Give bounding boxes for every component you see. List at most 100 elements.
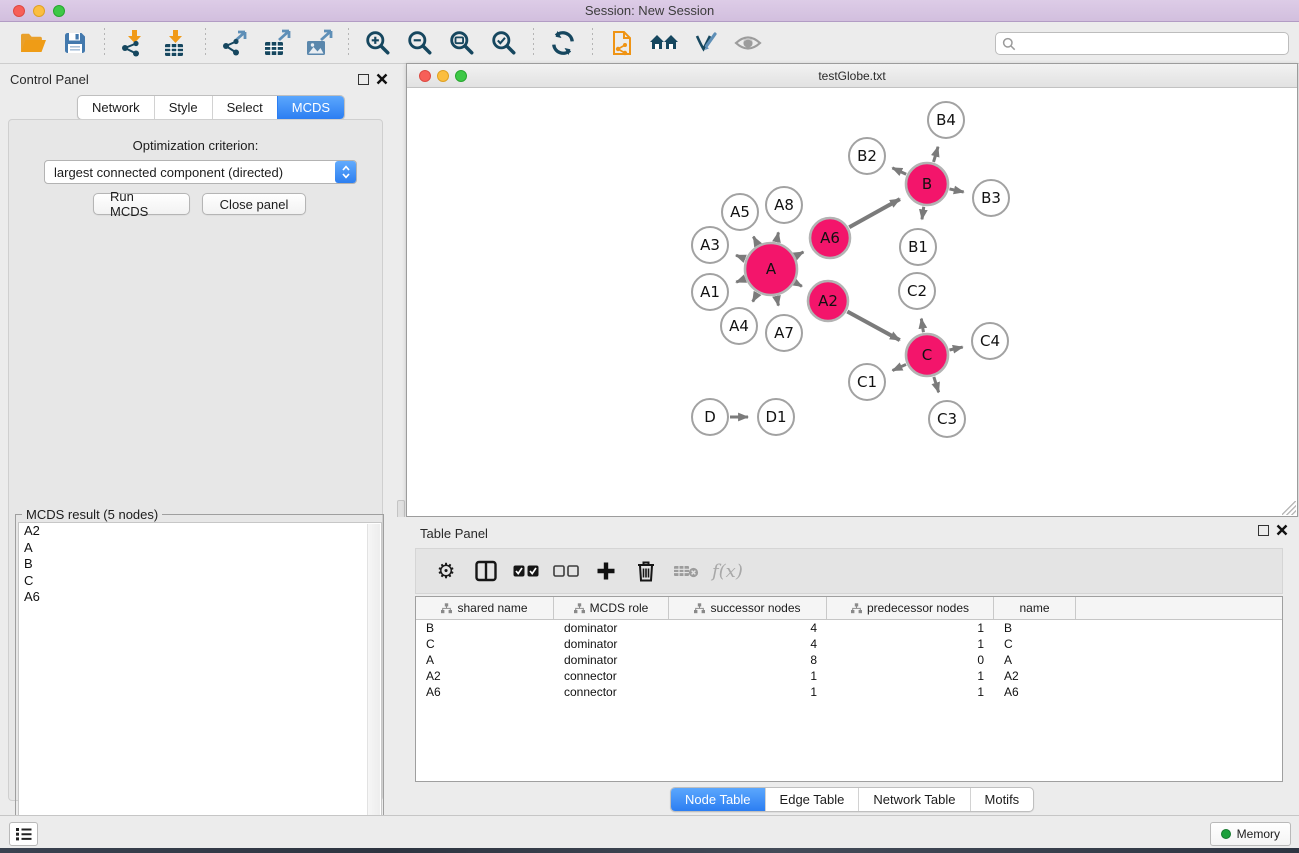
float-table-panel-icon[interactable] <box>1258 525 1269 536</box>
zoom-fit-button[interactable] <box>445 27 479 59</box>
select-all-button[interactable] <box>511 556 541 586</box>
table-cell[interactable]: 1 <box>827 668 994 684</box>
graph-edge-A6-B[interactable] <box>849 199 900 227</box>
window-resize-grip[interactable] <box>1282 501 1296 515</box>
open-in-web-button[interactable] <box>605 27 639 59</box>
export-network-button[interactable] <box>218 27 252 59</box>
graph-edge-B-B4[interactable] <box>934 147 938 162</box>
graph-edge-A2-C[interactable] <box>847 312 899 341</box>
tab-edge-table[interactable]: Edge Table <box>765 788 859 811</box>
table-cell[interactable]: C <box>994 636 1076 652</box>
show-hide-button[interactable] <box>731 27 765 59</box>
memory-button[interactable]: Memory <box>1210 822 1291 846</box>
graph-edge-A-A8[interactable] <box>777 232 779 241</box>
delete-table-button[interactable] <box>671 556 701 586</box>
import-table-button[interactable] <box>159 27 193 59</box>
run-mcds-button[interactable]: Run MCDS <box>93 193 190 215</box>
table-cell[interactable]: 1 <box>669 684 827 700</box>
result-item[interactable]: A <box>19 540 381 557</box>
show-columns-button[interactable] <box>471 556 501 586</box>
column-header-predecessor-nodes[interactable]: predecessor nodes <box>827 597 994 619</box>
graph-edge-A-A3[interactable] <box>736 255 745 258</box>
export-image-button[interactable] <box>302 27 336 59</box>
close-panel-icon[interactable] <box>376 73 388 85</box>
mcds-result-list[interactable]: A2ABCA6 <box>18 522 382 849</box>
table-cell[interactable]: A2 <box>416 668 554 684</box>
graph-edge-A-A1[interactable] <box>736 279 745 282</box>
column-header-successor-nodes[interactable]: successor nodes <box>669 597 827 619</box>
table-cell[interactable]: A <box>994 652 1076 668</box>
import-network-button[interactable] <box>117 27 151 59</box>
tab-mcds[interactable]: MCDS <box>277 96 344 119</box>
table-cell[interactable]: A2 <box>994 668 1076 684</box>
export-table-button[interactable] <box>260 27 294 59</box>
tab-network-table[interactable]: Network Table <box>858 788 969 811</box>
column-header-shared-name[interactable]: shared name <box>416 597 554 619</box>
graph-edge-B-B3[interactable] <box>949 189 963 192</box>
result-item[interactable]: A6 <box>19 589 381 606</box>
save-session-button[interactable] <box>58 27 92 59</box>
criterion-dropdown[interactable]: largest connected component (directed) <box>44 160 357 184</box>
tab-style[interactable]: Style <box>154 96 212 119</box>
table-row[interactable]: Adominator80A <box>416 652 1282 668</box>
table-cell[interactable]: connector <box>554 684 669 700</box>
table-cell[interactable]: 1 <box>669 668 827 684</box>
graph-edge-C-C4[interactable] <box>949 347 962 350</box>
tab-select[interactable]: Select <box>212 96 277 119</box>
table-cell[interactable]: C <box>416 636 554 652</box>
zoom-out-button[interactable] <box>403 27 437 59</box>
refresh-button[interactable] <box>546 27 580 59</box>
column-header-MCDS-role[interactable]: MCDS role <box>554 597 669 619</box>
tab-motifs[interactable]: Motifs <box>970 788 1034 811</box>
create-column-button[interactable] <box>591 556 621 586</box>
annotation-button[interactable] <box>689 27 723 59</box>
table-cell[interactable]: 1 <box>827 620 994 636</box>
table-cell[interactable]: 4 <box>669 636 827 652</box>
zoom-in-button[interactable] <box>361 27 395 59</box>
graph-edge-A-A2[interactable] <box>795 283 801 287</box>
search-input[interactable] <box>1020 37 1282 51</box>
table-cell[interactable]: B <box>994 620 1076 636</box>
task-history-button[interactable] <box>9 822 38 846</box>
graph-edge-B-B1[interactable] <box>922 207 924 220</box>
zoom-selected-button[interactable] <box>487 27 521 59</box>
close-table-panel-icon[interactable] <box>1276 524 1288 536</box>
function-builder-button[interactable]: f(x) <box>712 561 743 582</box>
table-settings-button[interactable]: ⚙ <box>431 556 461 586</box>
table-row[interactable]: A6connector11A6 <box>416 684 1282 700</box>
table-row[interactable]: A2connector11A2 <box>416 668 1282 684</box>
result-item[interactable]: C <box>19 573 381 590</box>
graph-edge-A-A6[interactable] <box>796 252 804 256</box>
table-cell[interactable]: B <box>416 620 554 636</box>
table-cell[interactable]: 0 <box>827 652 994 668</box>
network-graph[interactable]: B4B2BB3A5A8A6B1A3AC2A1A2A4A7C4CC1C3DD1 <box>407 88 1297 516</box>
graph-edge-A-A4[interactable] <box>753 293 758 301</box>
float-panel-icon[interactable] <box>358 74 369 85</box>
tab-network[interactable]: Network <box>78 96 154 119</box>
table-cell[interactable]: A <box>416 652 554 668</box>
graph-edge-C-C3[interactable] <box>934 377 939 392</box>
result-item[interactable]: B <box>19 556 381 573</box>
graph-edge-B-B2[interactable] <box>892 168 906 174</box>
table-cell[interactable]: connector <box>554 668 669 684</box>
graph-edge-C-C2[interactable] <box>921 319 923 333</box>
result-item[interactable]: A2 <box>19 523 381 540</box>
home-button[interactable] <box>647 27 681 59</box>
table-cell[interactable]: 4 <box>669 620 827 636</box>
table-cell[interactable]: dominator <box>554 620 669 636</box>
network-window-titlebar[interactable]: testGlobe.txt <box>407 64 1297 88</box>
column-header-name[interactable]: name <box>994 597 1076 619</box>
table-row[interactable]: Cdominator41C <box>416 636 1282 652</box>
result-list-scrollbar[interactable] <box>367 524 380 849</box>
search-field[interactable] <box>995 32 1289 55</box>
table-cell[interactable]: A6 <box>994 684 1076 700</box>
table-cell[interactable]: 1 <box>827 684 994 700</box>
network-canvas[interactable]: B4B2BB3A5A8A6B1A3AC2A1A2A4A7C4CC1C3DD1 <box>407 88 1297 516</box>
delete-column-button[interactable] <box>631 556 661 586</box>
close-panel-button[interactable]: Close panel <box>202 193 306 215</box>
table-cell[interactable]: 8 <box>669 652 827 668</box>
node-table[interactable]: shared nameMCDS rolesuccessor nodesprede… <box>415 596 1283 782</box>
deselect-all-button[interactable] <box>551 556 581 586</box>
table-cell[interactable]: dominator <box>554 652 669 668</box>
graph-edge-A-A7[interactable] <box>777 296 779 305</box>
